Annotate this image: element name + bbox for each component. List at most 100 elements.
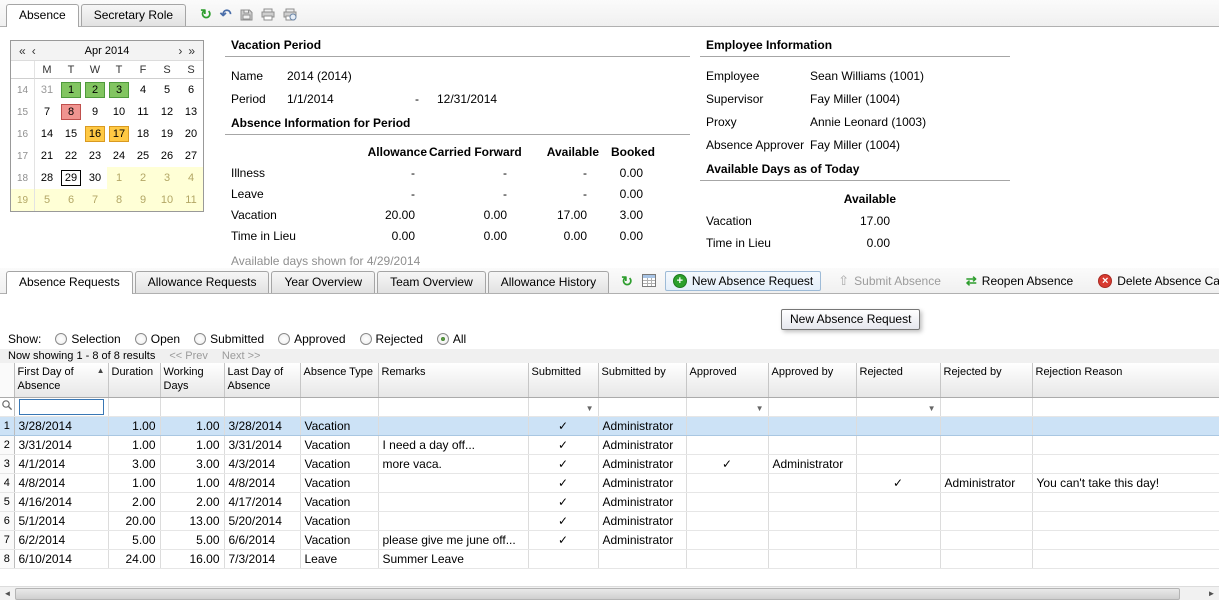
column-header-approved-by[interactable]: Approved by — [768, 363, 856, 397]
calendar-day[interactable]: 17 — [107, 123, 131, 145]
calendar-day[interactable]: 5 — [35, 189, 59, 211]
cell-absence-type[interactable]: Vacation — [300, 473, 378, 492]
reopen-absence-button[interactable]: ⇄ Reopen Absence — [958, 271, 1081, 291]
cell-rejected-by[interactable]: Administrator — [940, 473, 1032, 492]
calendar-day[interactable]: 16 — [83, 123, 107, 145]
calendar-day[interactable]: 13 — [179, 101, 203, 123]
cell-working-days[interactable]: 2.00 — [160, 492, 224, 511]
prev-year-button[interactable]: « — [16, 44, 29, 58]
tab-team-overview[interactable]: Team Overview — [377, 271, 486, 293]
calendar-day[interactable]: 22 — [59, 145, 83, 167]
filter-cell-duration[interactable] — [108, 397, 160, 416]
cell-approved[interactable] — [686, 473, 768, 492]
cell-rejected-by[interactable] — [940, 549, 1032, 568]
cell-working-days[interactable]: 3.00 — [160, 454, 224, 473]
refresh-icon[interactable]: ↻ — [200, 7, 212, 21]
cell-remarks[interactable]: please give me june off... — [378, 530, 528, 549]
cell-rejected[interactable]: ✓ — [856, 473, 940, 492]
cell-rejection-reason[interactable]: You can't take this day! — [1032, 473, 1219, 492]
cell-submitted[interactable]: ✓ — [528, 454, 598, 473]
cell-submitted[interactable]: ✓ — [528, 416, 598, 435]
column-header-remarks[interactable]: Remarks — [378, 363, 528, 397]
cell-absence-type[interactable]: Leave — [300, 549, 378, 568]
column-header-duration[interactable]: Duration — [108, 363, 160, 397]
calendar-day[interactable]: 14 — [35, 123, 59, 145]
radio-all[interactable]: All — [437, 332, 466, 346]
scrollbar-thumb[interactable] — [15, 588, 1180, 600]
filter-dropdown-icon[interactable]: ▼ — [756, 401, 764, 413]
calendar-day[interactable]: 7 — [83, 189, 107, 211]
cell-remarks[interactable] — [378, 511, 528, 530]
cell-rejection-reason[interactable] — [1032, 492, 1219, 511]
table-row[interactable]: 54/16/20142.002.004/17/2014Vacation✓Admi… — [0, 492, 1219, 511]
calendar-day[interactable]: 11 — [179, 189, 203, 211]
cell-remarks[interactable]: Summer Leave — [378, 549, 528, 568]
cell-absence-type[interactable]: Vacation — [300, 530, 378, 549]
calendar-day[interactable]: 8 — [59, 101, 83, 123]
column-header-rejection-reason[interactable]: Rejection Reason — [1032, 363, 1219, 397]
cell-approved[interactable] — [686, 530, 768, 549]
calendar-day[interactable]: 18 — [131, 123, 155, 145]
cell-submitted-by[interactable]: Administrator — [598, 435, 686, 454]
calendar-day[interactable]: 25 — [131, 145, 155, 167]
calendar-day[interactable]: 6 — [179, 79, 203, 101]
calendar-view-icon[interactable] — [642, 274, 656, 287]
calendar-day[interactable]: 3 — [155, 167, 179, 189]
cell-duration[interactable]: 2.00 — [108, 492, 160, 511]
calendar-day[interactable]: 28 — [35, 167, 59, 189]
tab-allowance-history[interactable]: Allowance History — [488, 271, 609, 293]
cell-submitted-by[interactable]: Administrator — [598, 511, 686, 530]
calendar-day[interactable]: 24 — [107, 145, 131, 167]
undo-icon[interactable]: ↶ — [220, 7, 232, 21]
filter-cell-absence-type[interactable] — [300, 397, 378, 416]
tab-secretary-role[interactable]: Secretary Role — [81, 4, 186, 26]
cell-duration[interactable]: 5.00 — [108, 530, 160, 549]
cell-rejected-by[interactable] — [940, 454, 1032, 473]
cell-approved-by[interactable] — [768, 435, 856, 454]
cell-absence-type[interactable]: Vacation — [300, 454, 378, 473]
cell-absence-type[interactable]: Vacation — [300, 416, 378, 435]
cell-rejection-reason[interactable] — [1032, 530, 1219, 549]
next-year-button[interactable]: » — [185, 44, 198, 58]
filter-dropdown-icon[interactable]: ▼ — [928, 401, 936, 413]
row-number[interactable]: 2 — [0, 435, 14, 454]
first-day-filter-input[interactable] — [19, 399, 104, 415]
table-row[interactable]: 23/31/20141.001.003/31/2014VacationI nee… — [0, 435, 1219, 454]
cell-rejected[interactable] — [856, 492, 940, 511]
cell-submitted[interactable]: ✓ — [528, 492, 598, 511]
cell-duration[interactable]: 1.00 — [108, 416, 160, 435]
cell-absence-type[interactable]: Vacation — [300, 492, 378, 511]
cell-first-day-of-absence[interactable]: 4/16/2014 — [14, 492, 108, 511]
table-row[interactable]: 13/28/20141.001.003/28/2014Vacation✓Admi… — [0, 416, 1219, 435]
calendar-day[interactable]: 6 — [59, 189, 83, 211]
cell-submitted[interactable]: ✓ — [528, 473, 598, 492]
table-row[interactable]: 65/1/201420.0013.005/20/2014Vacation✓Adm… — [0, 511, 1219, 530]
filter-cell-approved-by[interactable] — [768, 397, 856, 416]
filter-cell-remarks[interactable] — [378, 397, 528, 416]
cell-remarks[interactable] — [378, 416, 528, 435]
cell-approved-by[interactable] — [768, 473, 856, 492]
calendar-day[interactable]: 2 — [83, 79, 107, 101]
column-header-rejected-by[interactable]: Rejected by — [940, 363, 1032, 397]
calendar-day[interactable]: 12 — [155, 101, 179, 123]
row-number[interactable]: 6 — [0, 511, 14, 530]
cell-last-day-of-absence[interactable]: 6/6/2014 — [224, 530, 300, 549]
cell-submitted-by[interactable] — [598, 549, 686, 568]
row-number[interactable]: 7 — [0, 530, 14, 549]
radio-submitted[interactable]: Submitted — [194, 332, 264, 346]
row-number[interactable]: 4 — [0, 473, 14, 492]
scroll-left-arrow[interactable]: ◄ — [0, 589, 15, 598]
horizontal-scrollbar[interactable]: ◄ ► — [0, 586, 1219, 600]
calendar-day[interactable]: 3 — [107, 79, 131, 101]
cell-rejected[interactable] — [856, 530, 940, 549]
column-header-last-day-of-absence[interactable]: Last Day of Absence — [224, 363, 300, 397]
column-header-working-days[interactable]: Working Days — [160, 363, 224, 397]
tab-absence-requests[interactable]: Absence Requests — [6, 271, 133, 294]
cell-duration[interactable]: 24.00 — [108, 549, 160, 568]
calendar-day[interactable]: 4 — [179, 167, 203, 189]
filter-cell-approved[interactable]: ▼ — [686, 397, 768, 416]
radio-open[interactable]: Open — [135, 332, 180, 346]
cell-rejection-reason[interactable] — [1032, 511, 1219, 530]
cell-approved[interactable]: ✓ — [686, 454, 768, 473]
column-header-absence-type[interactable]: Absence Type — [300, 363, 378, 397]
